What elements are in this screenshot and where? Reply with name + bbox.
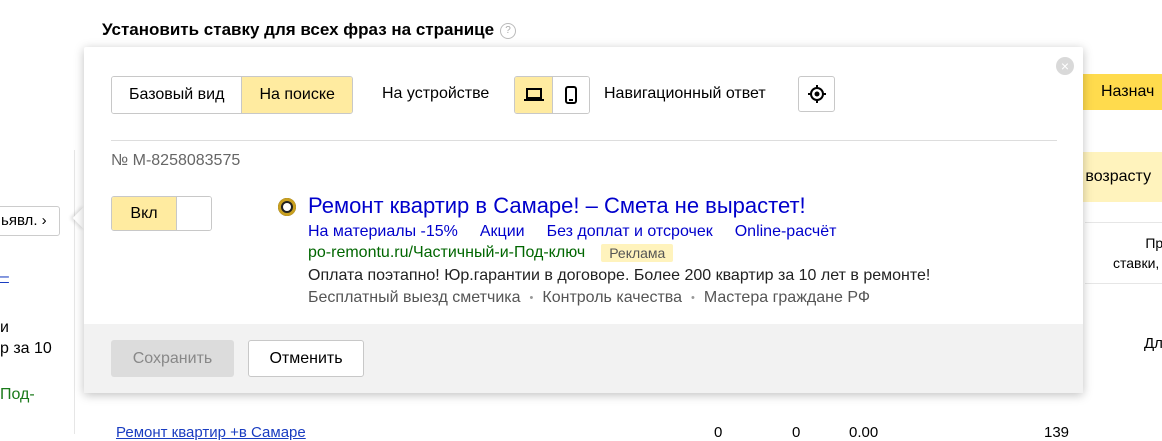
ad-display-url[interactable]: po-remontu.ru/Частичный-и-Под-ключ [308, 244, 585, 262]
device-switcher [514, 76, 590, 114]
table-row: Ремонт квартир +в Самаре 0 0 0.00 139 [104, 420, 1162, 441]
separator-dot: • [691, 292, 695, 304]
cancel-button[interactable]: Отменить [248, 340, 364, 377]
ad-url: po-remontu.ru/Частичный-и-Под-ключ Рекла… [308, 244, 674, 262]
location-icon[interactable] [798, 76, 835, 112]
row-value: Для [1143, 335, 1162, 352]
sitelink[interactable]: На материалы -15% [308, 223, 458, 241]
table-cell: 139 [1044, 424, 1070, 441]
table-cell: 0 [714, 424, 723, 441]
ad-number: № M-8258083575 [111, 152, 241, 169]
left-text-3: Под- [0, 386, 35, 403]
ad-toggle[interactable]: Вкл [111, 196, 212, 231]
section-title: Установить ставку для всех фраз на стран… [102, 20, 517, 40]
left-link-fragment[interactable]: – [0, 268, 9, 286]
toggle-knob [176, 197, 211, 230]
chevron-right-icon: › [41, 212, 47, 229]
tab-search-view[interactable]: На поиске [241, 77, 352, 113]
nav-answer-label: Навигационный ответ [604, 85, 766, 102]
separator-dot: • [529, 292, 534, 304]
ad-callouts: Бесплатный выезд сметчика • Контроль кач… [308, 289, 870, 307]
assign-button[interactable]: Назнач [1083, 74, 1162, 110]
callout: Бесплатный выезд сметчика [308, 289, 521, 306]
phone-icon[interactable] [552, 77, 589, 113]
tab-basic-view[interactable]: Базовый вид [112, 77, 242, 113]
left-text-1: и [0, 319, 9, 336]
view-switcher: Базовый вид На поиске [111, 76, 353, 114]
save-button[interactable]: Сохранить [111, 340, 234, 377]
callout: Контроль качества [542, 289, 683, 306]
sitelink[interactable]: Акции [480, 223, 525, 241]
table-cell: 0.00 [849, 424, 879, 441]
column-header: Про ставки, р [1085, 222, 1162, 284]
ad-title[interactable]: Ремонт квартир в Самаре! – Смета не выра… [308, 193, 806, 219]
ad-sitelinks: На материалы -15% Акции Без доплат и отс… [308, 223, 836, 241]
close-icon[interactable]: × [1056, 57, 1074, 75]
callout: Мастера граждане РФ [703, 289, 870, 306]
toggle-label: Вкл [112, 197, 176, 230]
table-cell: 0 [792, 424, 801, 441]
left-text-2: р за 10 [0, 340, 52, 357]
sitelink[interactable]: Online-расчёт [735, 223, 837, 241]
device-label: На устройстве [382, 85, 490, 102]
phrase-link[interactable]: Ремонт квартир +в Самаре [116, 424, 306, 441]
divider [111, 140, 1057, 141]
help-icon[interactable]: ? [500, 22, 517, 39]
ad-badge: Реклама [601, 244, 674, 262]
laptop-icon[interactable] [515, 77, 552, 113]
sitelink[interactable]: Без доплат и отсрочек [547, 223, 713, 241]
prev-button[interactable]: ьявл. › [0, 206, 60, 236]
site-favicon-icon [278, 198, 296, 216]
ad-text: Оплата поэтапно! Юр.гарантии в договоре.… [308, 267, 931, 284]
